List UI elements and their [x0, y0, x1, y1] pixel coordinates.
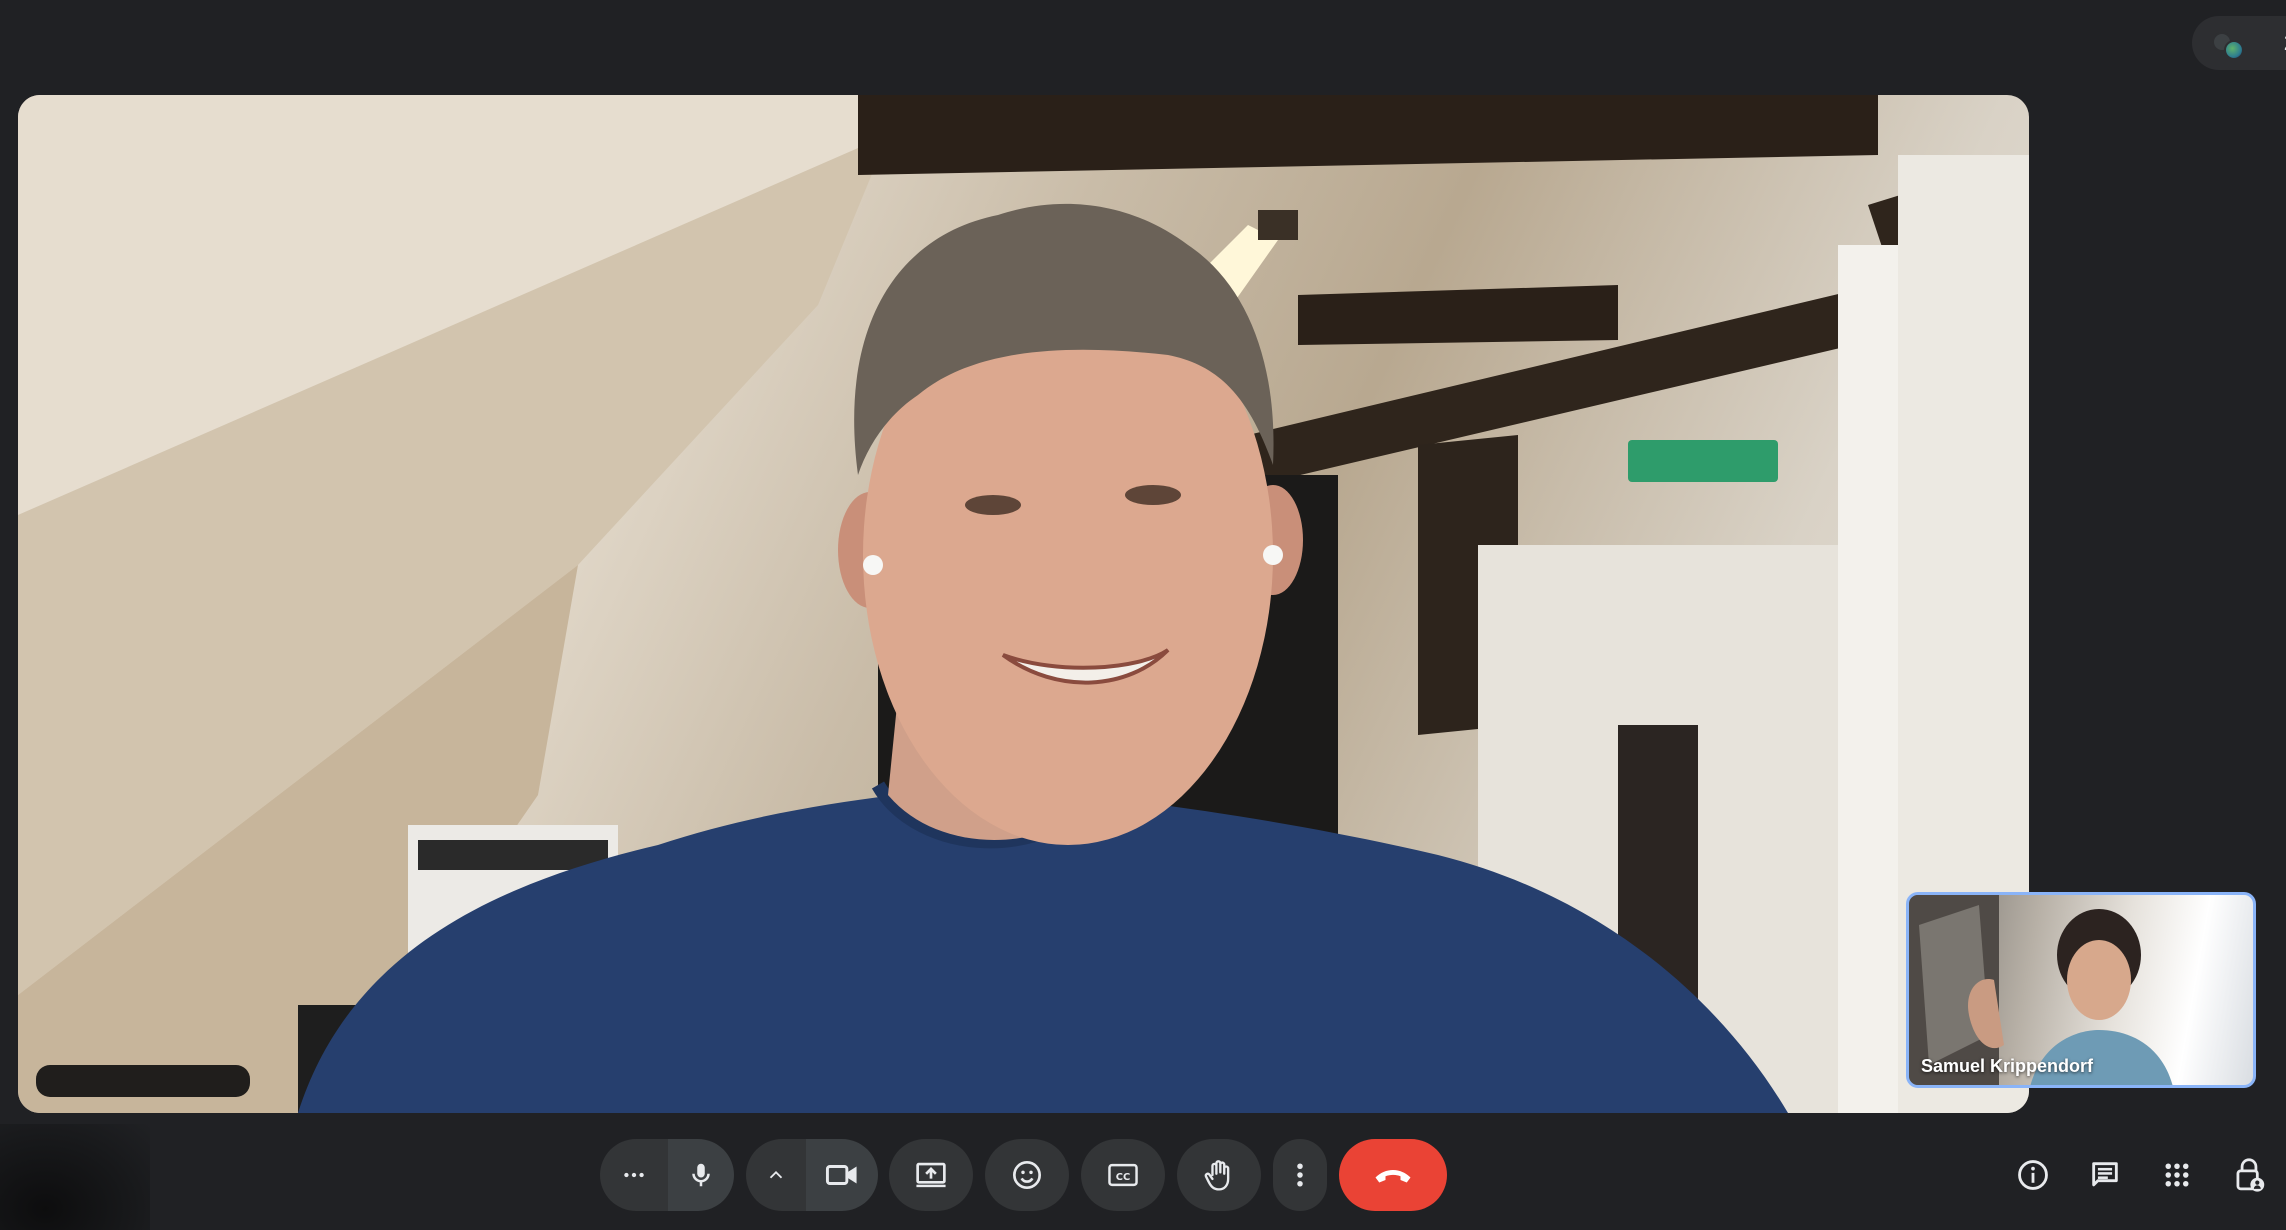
meeting-details-button[interactable]	[2009, 1151, 2057, 1199]
video-frame	[18, 95, 2029, 1113]
more-video-options-button[interactable]	[746, 1139, 806, 1211]
microphone-button[interactable]	[668, 1139, 734, 1211]
camera-button[interactable]	[806, 1139, 878, 1211]
more-horizontal-icon	[624, 1172, 644, 1178]
avatar	[2224, 40, 2244, 60]
chat-icon	[2092, 1162, 2118, 1187]
participant-avatars	[2208, 26, 2248, 60]
call-end-icon	[1375, 1170, 1411, 1183]
main-participant-video	[18, 95, 2029, 1113]
present-button[interactable]	[889, 1139, 973, 1211]
more-vertical-icon	[1297, 1163, 1303, 1187]
participant-name-plate	[36, 1065, 250, 1097]
more-options-button[interactable]	[1273, 1139, 1327, 1211]
top-bar	[0, 0, 2286, 94]
svg-text:CC: CC	[1116, 1172, 1130, 1183]
closed-captions-icon: CC	[1108, 1163, 1138, 1187]
emoji-icon	[1013, 1161, 1041, 1189]
captions-button[interactable]: CC	[1081, 1139, 1165, 1211]
more-audio-options-button[interactable]	[600, 1139, 668, 1211]
chevron-up-icon	[769, 1170, 783, 1179]
host-controls-button[interactable]	[2225, 1151, 2273, 1199]
control-bar: CC	[0, 1124, 2286, 1230]
leave-call-button[interactable]	[1339, 1139, 1447, 1211]
chat-button[interactable]	[2081, 1151, 2129, 1199]
present-screen-icon	[916, 1162, 946, 1188]
raise-hand-button[interactable]	[1177, 1139, 1261, 1211]
mic-icon	[692, 1163, 710, 1187]
self-view-tile[interactable]: Samuel Krippendorf	[1906, 892, 2256, 1088]
videocam-icon	[825, 1165, 857, 1185]
hand-icon	[1204, 1160, 1230, 1191]
participants-badge[interactable]: 2	[2192, 16, 2286, 70]
lock-person-icon	[2236, 1158, 2265, 1192]
self-view-name: Samuel Krippendorf	[1921, 1056, 2094, 1076]
apps-grid-icon	[2165, 1163, 2189, 1187]
info-icon	[2018, 1160, 2048, 1190]
activities-button[interactable]	[2153, 1151, 2201, 1199]
reactions-button[interactable]	[985, 1139, 1069, 1211]
